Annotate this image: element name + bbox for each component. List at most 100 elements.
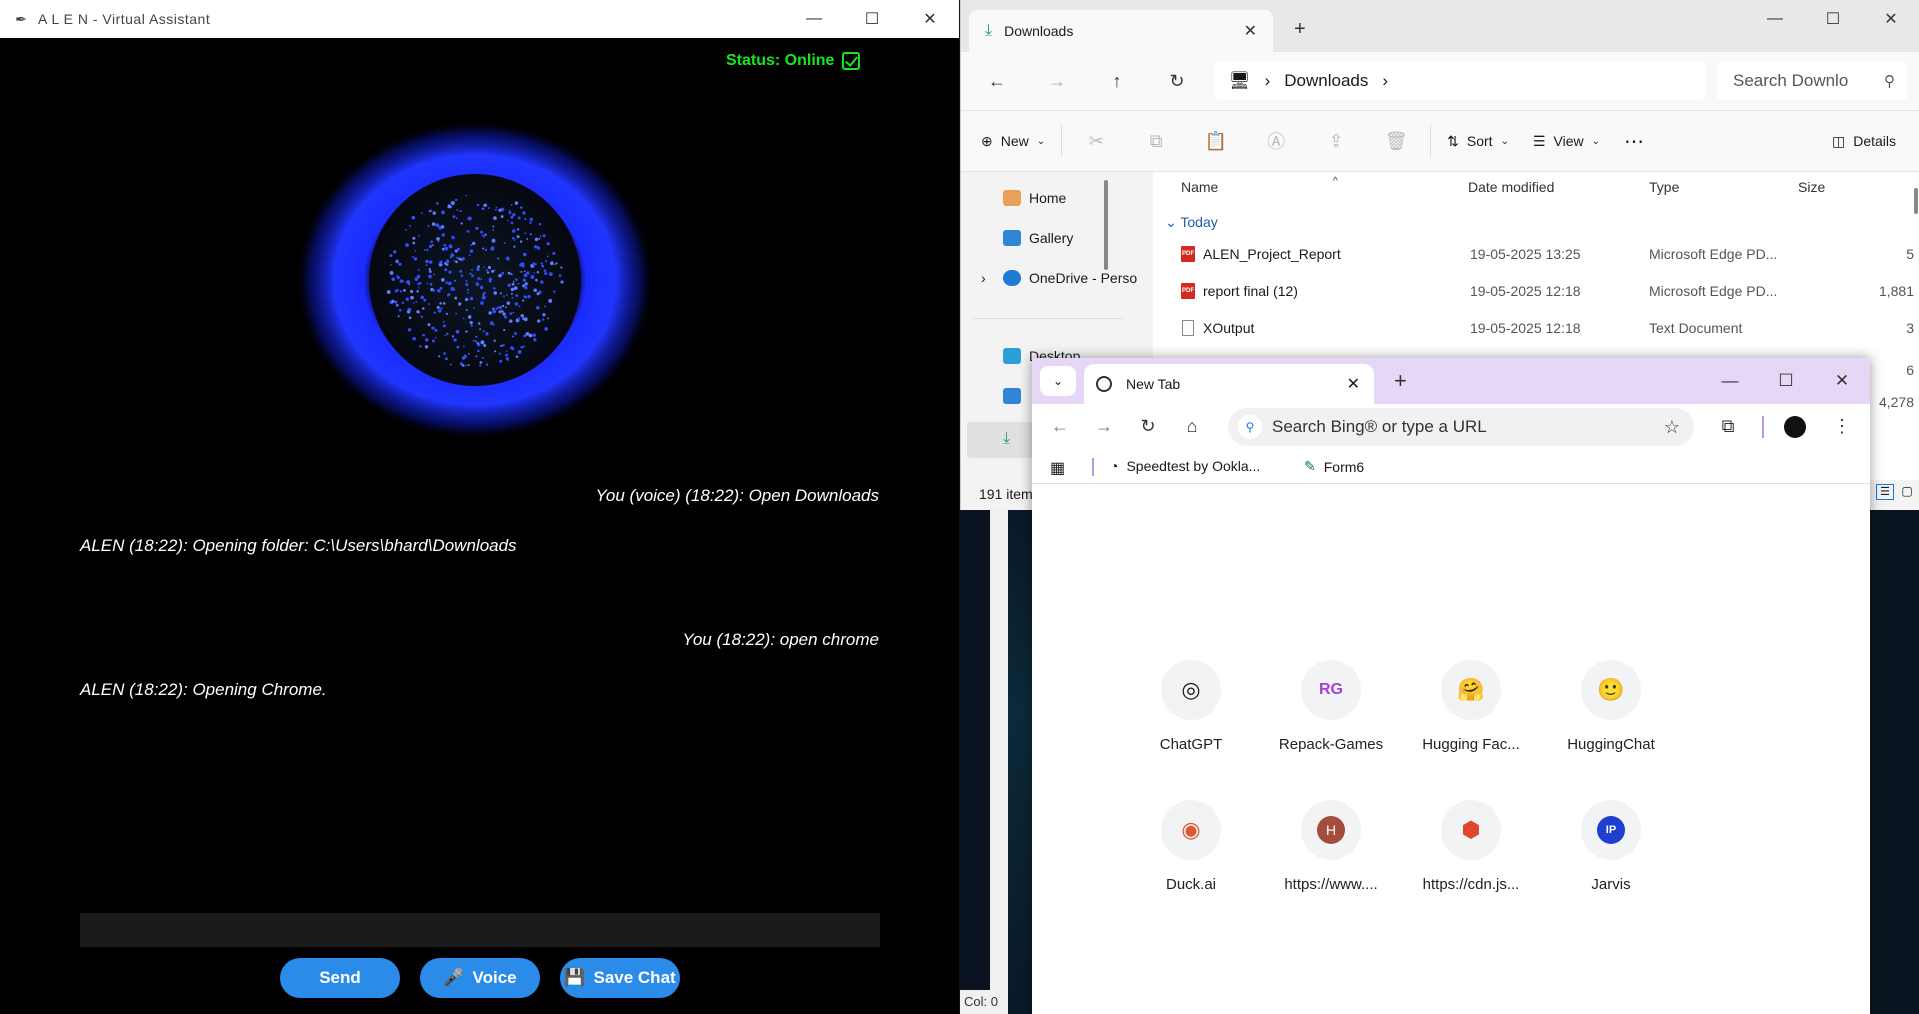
details-view-icon[interactable]: ☰ (1876, 484, 1894, 500)
shortcut-hugging-face[interactable]: 🤗 Hugging Fac... (1416, 660, 1526, 753)
orb-particle (493, 291, 498, 295)
tab-new-tab[interactable]: New Tab ✕ (1084, 364, 1374, 404)
maximize-button[interactable]: ☐ (1758, 358, 1814, 404)
paste-icon[interactable]: 📋 (1186, 131, 1246, 152)
omnibox[interactable]: ⚲ Search Bing® or type a URL ☆ (1228, 408, 1694, 446)
shortcut-huggingchat[interactable]: 🙂 HuggingChat (1556, 660, 1666, 753)
cut-icon[interactable]: ✂ (1066, 131, 1126, 152)
up-icon[interactable]: ↑ (1097, 61, 1137, 101)
orb-particle (462, 317, 465, 320)
delete-icon[interactable]: 🗑 (1366, 131, 1426, 152)
refresh-icon[interactable]: ↻ (1157, 61, 1197, 101)
tab-search-button[interactable]: ⌄ (1040, 366, 1076, 396)
orb-particle (432, 273, 435, 276)
save-chat-button[interactable]: 💾 Save Chat (560, 958, 680, 998)
close-button[interactable]: ✕ (1862, 0, 1919, 38)
orb-particle (481, 207, 485, 211)
sort-button[interactable]: ⇅ Sort ⌄ (1435, 133, 1521, 150)
bookmark-form6[interactable]: ✎ Form6 (1304, 458, 1364, 475)
orb-particle (476, 267, 480, 272)
home-icon[interactable]: ⌂ (1178, 412, 1206, 440)
shortcut-chatgpt[interactable]: ◎ ChatGPT (1136, 660, 1246, 753)
file-name: XOutput (1203, 320, 1255, 336)
shortcut-duck-ai[interactable]: ◉ Duck.ai (1136, 800, 1246, 893)
new-tab-button[interactable]: + (1394, 368, 1407, 394)
message-input[interactable] (80, 913, 880, 947)
address-bar[interactable]: 🖥 › Downloads › (1215, 62, 1705, 100)
column-header-size[interactable]: Size (1798, 172, 1825, 202)
orb-particle (488, 277, 493, 282)
avatar[interactable] (1784, 416, 1806, 438)
file-name: report final (12) (1203, 283, 1298, 299)
view-button[interactable]: ☰ View ⌄ (1521, 133, 1612, 150)
tab-label: Downloads (1004, 23, 1074, 39)
sidebar-item-pictures[interactable] (1003, 388, 1021, 404)
bookmark-label: Speedtest by Ookla... (1126, 458, 1261, 474)
forward-icon[interactable]: → (1090, 412, 1118, 440)
orb-particle (417, 234, 420, 237)
orb-particle (408, 316, 412, 320)
menu-icon[interactable]: ⋮ (1828, 412, 1856, 440)
bookmark-speedtest[interactable]: ◔ Speedtest by Ookla... (1110, 458, 1260, 474)
minimize-button[interactable]: — (1702, 358, 1758, 404)
close-button[interactable]: ✕ (1814, 358, 1870, 404)
voice-button[interactable]: 🎤 Voice (420, 958, 540, 998)
orb-particle (492, 307, 495, 310)
reload-icon[interactable]: ↻ (1134, 412, 1162, 440)
extensions-icon[interactable]: ⧉ (1714, 412, 1742, 440)
forward-icon[interactable]: → (1037, 61, 1077, 101)
copy-icon[interactable]: ⧉ (1126, 131, 1186, 152)
orb-particle (547, 317, 549, 320)
search-input[interactable]: Search Downlo ⚲ (1717, 62, 1907, 100)
group-header[interactable]: ⌄ Today (1165, 214, 1218, 231)
orb-particle (548, 272, 553, 276)
maximize-button[interactable]: ☐ (843, 0, 901, 38)
new-button[interactable]: ⊕ New ⌄ (969, 133, 1057, 150)
breadcrumb[interactable]: Downloads (1284, 71, 1368, 91)
orb-particle (406, 280, 411, 284)
shortcut-repack-games[interactable]: RG Repack-Games (1276, 660, 1386, 753)
orb-particle (465, 283, 469, 287)
editor-scrollbar[interactable] (990, 510, 1008, 990)
sidebar-item-onedrive[interactable]: › OneDrive - Perso (981, 270, 1137, 286)
more-options-icon[interactable]: ⋯ (1612, 129, 1656, 154)
details-button[interactable]: ◫ Details (1820, 133, 1908, 150)
shortcut-cdn[interactable]: ⬢ https://cdn.js... (1416, 800, 1526, 893)
orb-particle (560, 280, 564, 284)
maximize-button[interactable]: ☐ (1804, 0, 1862, 38)
orb-particle (513, 245, 516, 248)
alen-titlebar[interactable]: ✒ A L E N - Virtual Assistant — ☐ ✕ (0, 0, 959, 38)
sidebar-item-gallery[interactable]: Gallery (1003, 230, 1073, 246)
orb-particle (398, 308, 402, 312)
scrollbar-thumb[interactable] (1104, 180, 1108, 270)
shield-icon: ⬢ (1441, 800, 1501, 860)
rename-icon[interactable]: Ⓐ (1246, 128, 1306, 154)
back-icon[interactable]: ← (1046, 412, 1074, 440)
column-header-date[interactable]: Date modified (1468, 172, 1554, 202)
scrollbar-thumb[interactable] (1914, 188, 1918, 214)
column-header-name[interactable]: Name (1181, 172, 1218, 202)
table-row[interactable]: PDF ALEN_Project_Report 19-05-2025 13:25… (1153, 240, 1919, 270)
close-tab-icon[interactable]: ✕ (1347, 374, 1360, 394)
orb-particle (448, 281, 452, 286)
column-header-type[interactable]: Type (1649, 172, 1679, 202)
tab-downloads[interactable]: ⤓ Downloads ✕ (969, 10, 1273, 52)
new-tab-button[interactable]: + (1294, 18, 1306, 41)
tiles-view-icon[interactable]: ▢ (1898, 484, 1916, 500)
alen-window: ✒ A L E N - Virtual Assistant — ☐ ✕ Stat… (0, 0, 959, 1014)
table-row[interactable]: XOutput 19-05-2025 12:18 Text Document 3 (1153, 314, 1919, 344)
minimize-button[interactable]: — (785, 0, 843, 38)
back-icon[interactable]: ← (977, 61, 1017, 101)
table-row[interactable]: PDF report final (12) 19-05-2025 12:18 M… (1153, 277, 1919, 307)
apps-grid-icon[interactable]: ▦ (1050, 458, 1065, 478)
close-button[interactable]: ✕ (901, 0, 959, 38)
minimize-button[interactable]: — (1746, 0, 1804, 38)
sidebar-item-home[interactable]: Home (1003, 190, 1066, 206)
shortcut-www[interactable]: H https://www.... (1276, 800, 1386, 893)
new-label: New (1000, 133, 1029, 149)
close-tab-icon[interactable]: ✕ (1244, 21, 1257, 41)
share-icon[interactable]: ⇪ (1306, 131, 1366, 152)
bookmark-star-icon[interactable]: ☆ (1664, 417, 1680, 438)
shortcut-jarvis[interactable]: IP Jarvis (1556, 800, 1666, 893)
send-button[interactable]: Send (280, 958, 400, 998)
